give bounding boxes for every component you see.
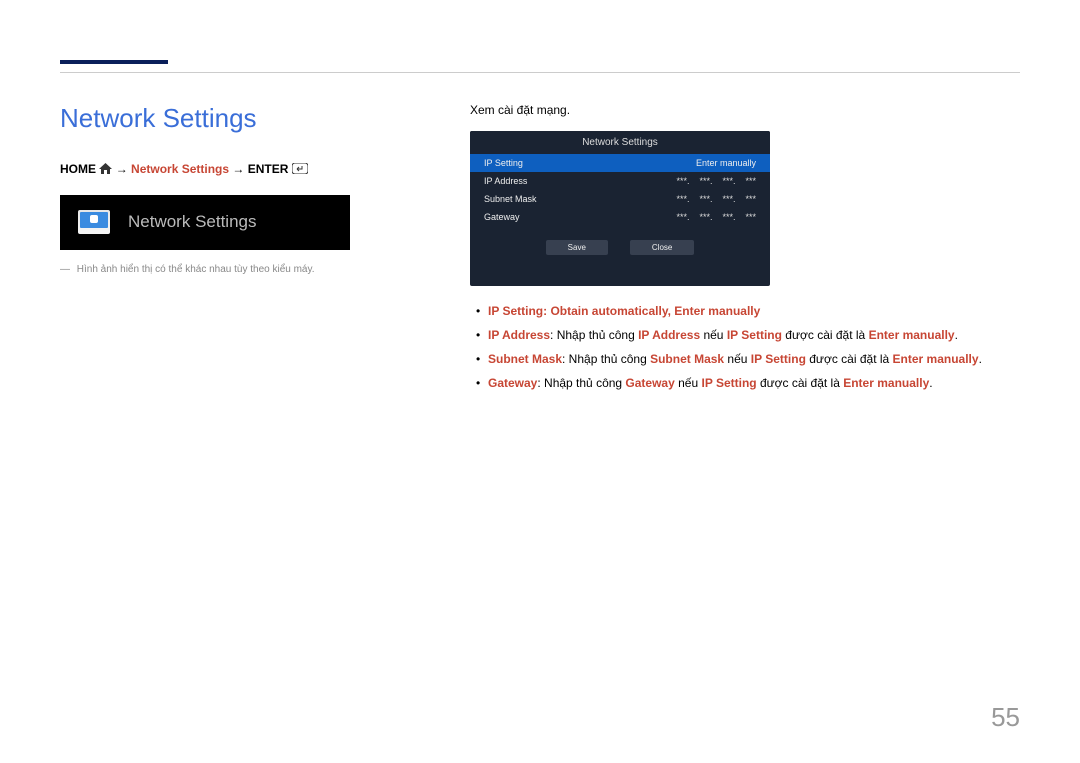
panel-title: Network Settings — [470, 131, 770, 154]
right-column: Xem cài đặt mạng. Network Settings IP Se… — [470, 103, 1020, 398]
panel-row-subnet: Subnet Mask ***. ***. ***. *** — [470, 190, 770, 208]
breadcrumb-arrow1: → — [116, 162, 131, 176]
label-enter-manually: Enter manually — [869, 328, 955, 342]
ip-octet: ***. — [699, 212, 712, 222]
label-gateway: Gateway — [488, 376, 537, 390]
panel-row-label: Gateway — [484, 212, 520, 222]
note-text: Hình ảnh hiển thị có thể khác nhau tùy t… — [77, 264, 315, 275]
bullet-list: IP Setting: Obtain automatically, Enter … — [470, 302, 1020, 392]
label-enter-manually: Enter manually — [674, 304, 760, 318]
settings-panel: Network Settings IP Setting Enter manual… — [470, 131, 770, 286]
ip-octet: ***. — [676, 176, 689, 186]
breadcrumb: HOME → Network Settings → ENTER — [60, 162, 430, 177]
ip-octet: ***. — [722, 176, 735, 186]
text: : Nhập thủ công — [562, 352, 650, 366]
bullet-item-subnet: Subnet Mask: Nhập thủ công Subnet Mask n… — [470, 350, 1020, 368]
content-area: Network Settings HOME → Network Settings… — [60, 72, 1020, 398]
save-button[interactable]: Save — [546, 240, 608, 255]
text: nếu — [724, 352, 751, 366]
text: : Nhập thủ công — [537, 376, 625, 390]
home-icon — [99, 163, 112, 177]
label-ipsetting: IP Setting — [701, 376, 756, 390]
text: được cài đặt là — [757, 376, 844, 390]
page-number: 55 — [991, 702, 1020, 733]
label-ipsetting: IP Setting — [727, 328, 782, 342]
note-dash: ― — [60, 264, 70, 275]
ip-octet: ***. — [722, 194, 735, 204]
ip-octet: ***. — [699, 194, 712, 204]
label-enter-manually: Enter manually — [893, 352, 979, 366]
label-enter-manually: Enter manually — [843, 376, 929, 390]
label-ipsetting: IP Setting — [751, 352, 806, 366]
label-ipaddress: IP Address — [488, 328, 550, 342]
label-gateway2: Gateway — [625, 376, 674, 390]
text: . — [955, 328, 958, 342]
left-column: Network Settings HOME → Network Settings… — [60, 103, 430, 398]
bullet-item-ipaddress: IP Address: Nhập thủ công IP Address nếu… — [470, 326, 1020, 344]
ip-octet: *** — [745, 176, 756, 186]
page-container: Network Settings HOME → Network Settings… — [0, 0, 1080, 438]
label-obtain: Obtain automatically — [550, 304, 667, 318]
section-title: Network Settings — [60, 103, 430, 134]
label-subnet2: Subnet Mask — [650, 352, 724, 366]
text: : Nhập thủ công — [550, 328, 638, 342]
panel-row-label: IP Address — [484, 176, 527, 186]
panel-buttons: Save Close — [470, 240, 770, 255]
label-subnet: Subnet Mask — [488, 352, 562, 366]
enter-icon — [292, 163, 308, 177]
ip-octet: *** — [745, 194, 756, 204]
thumbnail-label: Network Settings — [128, 212, 257, 232]
ip-octet: ***. — [699, 176, 712, 186]
bullet-item-ipsetting: IP Setting: Obtain automatically, Enter … — [470, 302, 1020, 320]
ip-octet: ***. — [676, 212, 689, 222]
panel-row-gateway: Gateway ***. ***. ***. *** — [470, 208, 770, 226]
panel-header-right: Enter manually — [696, 158, 756, 168]
label-ipsetting: IP Setting — [488, 304, 543, 318]
top-marker — [60, 60, 168, 64]
ip-octet: *** — [745, 212, 756, 222]
panel-row-value: ***. ***. ***. *** — [676, 194, 756, 204]
ip-octet: ***. — [722, 212, 735, 222]
text: nếu — [700, 328, 727, 342]
breadcrumb-netset: Network Settings — [131, 162, 229, 176]
panel-row-value: ***. ***. ***. *** — [676, 176, 756, 186]
panel-row-value: ***. ***. ***. *** — [676, 212, 756, 222]
ip-octet: ***. — [676, 194, 689, 204]
laptop-icon — [78, 210, 110, 234]
image-note: ― Hình ảnh hiển thị có thể khác nhau tùy… — [60, 264, 430, 275]
text: . — [979, 352, 982, 366]
breadcrumb-home: HOME — [60, 162, 96, 176]
breadcrumb-arrow2: → — [232, 162, 247, 176]
panel-header-row: IP Setting Enter manually — [470, 154, 770, 172]
thumbnail: Network Settings — [60, 195, 350, 250]
bullet-item-gateway: Gateway: Nhập thủ công Gateway nếu IP Se… — [470, 374, 1020, 392]
breadcrumb-enter: ENTER — [248, 162, 289, 176]
panel-row-label: Subnet Mask — [484, 194, 537, 204]
text: được cài đặt là — [782, 328, 869, 342]
text: được cài đặt là — [806, 352, 893, 366]
panel-header-left: IP Setting — [484, 158, 523, 168]
text: nếu — [675, 376, 702, 390]
label-ipaddress2: IP Address — [638, 328, 700, 342]
text: . — [929, 376, 932, 390]
close-button[interactable]: Close — [630, 240, 694, 255]
lead-text: Xem cài đặt mạng. — [470, 103, 1020, 117]
panel-row-ipaddress: IP Address ***. ***. ***. *** — [470, 172, 770, 190]
